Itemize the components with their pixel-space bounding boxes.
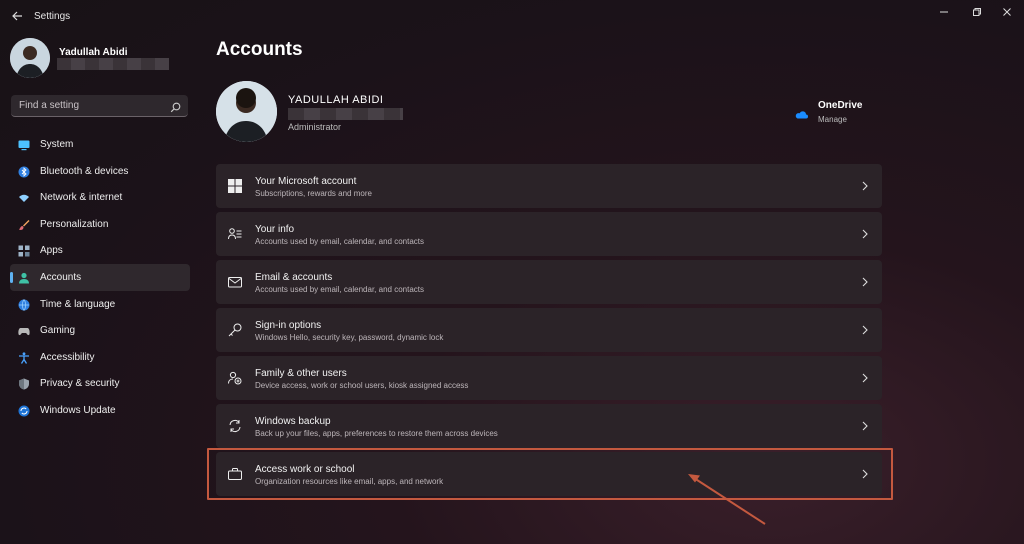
back-arrow-icon[interactable]: [10, 10, 24, 24]
wifi-icon: [18, 191, 30, 203]
sidebar-item-label: Windows Update: [40, 404, 116, 416]
brush-icon: [18, 218, 30, 230]
sidebar-item-label: Gaming: [40, 325, 76, 337]
sidebar-item-label: Accounts: [40, 271, 82, 283]
gamepad-icon: [18, 324, 30, 336]
search-placeholder: Find a setting: [19, 100, 80, 111]
bluetooth-icon: [18, 165, 30, 178]
family-other-users-card[interactable]: Family & other users Device access, work…: [216, 356, 882, 400]
card-title: Windows backup: [255, 416, 331, 427]
sidebar-item-accessibility[interactable]: Accessibility: [10, 344, 190, 371]
account-avatar: [216, 81, 277, 142]
card-subtitle: Accounts used by email, calendar, and co…: [255, 285, 424, 294]
sidebar-item-label: System: [40, 139, 74, 150]
family-icon: [228, 371, 242, 385]
profile-name: Yadullah Abidi: [59, 47, 128, 58]
close-icon[interactable]: [997, 6, 1017, 22]
card-subtitle: Device access, work or school users, kio…: [255, 381, 469, 390]
sign-in-options-card[interactable]: Sign-in options Windows Hello, security …: [216, 308, 882, 352]
sidebar-item-accounts[interactable]: Accounts: [10, 263, 190, 291]
shield-icon: [18, 377, 30, 390]
chevron-right-icon: [861, 323, 869, 335]
chevron-right-icon: [861, 275, 869, 287]
your-info-card[interactable]: Your info Accounts used by email, calend…: [216, 212, 882, 256]
key-icon: [228, 323, 242, 337]
sidebar-item-label: Time & language: [40, 298, 116, 310]
apps-icon: [18, 244, 30, 257]
email-accounts-card[interactable]: Email & accounts Accounts used by email,…: [216, 260, 882, 304]
card-subtitle: Subscriptions, rewards and more: [255, 189, 372, 198]
card-subtitle: Back up your files, apps, preferences to…: [255, 429, 498, 438]
person-icon: [18, 271, 30, 284]
chevron-right-icon: [861, 227, 869, 239]
title-bar: Settings: [0, 0, 1024, 32]
sidebar-nav: System Bluetooth & devices Network & int…: [10, 131, 190, 424]
chevron-right-icon: [861, 179, 869, 191]
card-title: Sign-in options: [255, 320, 322, 331]
onedrive-title[interactable]: OneDrive: [818, 100, 862, 111]
onedrive-manage-link[interactable]: Manage: [818, 115, 847, 124]
sidebar-item-label: Personalization: [40, 218, 109, 230]
search-input[interactable]: Find a setting: [11, 95, 188, 117]
sidebar-item-label: Network & internet: [40, 192, 123, 204]
account-name: YADULLAH ABIDI: [288, 94, 384, 106]
windows-logo-icon: [228, 179, 242, 193]
app-title: Settings: [34, 11, 71, 22]
account-role: Administrator: [288, 122, 342, 132]
sidebar-item-personalization[interactable]: Personalization: [10, 211, 190, 238]
monitor-icon: [18, 138, 30, 151]
card-title: Your info: [255, 224, 295, 235]
sidebar-item-system[interactable]: System: [10, 131, 190, 158]
mail-icon: [228, 275, 242, 289]
sidebar-item-label: Accessibility: [40, 351, 95, 363]
sidebar-item-network[interactable]: Network & internet: [10, 184, 190, 211]
onedrive-cloud-icon: [794, 106, 808, 119]
card-title: Email & accounts: [255, 272, 333, 283]
sidebar-item-apps[interactable]: Apps: [10, 237, 190, 264]
restore-icon[interactable]: [967, 6, 987, 22]
profile-email-redacted: [57, 58, 169, 70]
sidebar-item-label: Bluetooth & devices: [40, 165, 129, 177]
sidebar-item-label: Privacy & security: [40, 378, 120, 390]
sidebar-item-label: Apps: [40, 245, 63, 257]
card-title: Family & other users: [255, 368, 347, 379]
card-title: Your Microsoft account: [255, 176, 357, 187]
page-title: Accounts: [216, 39, 303, 60]
sidebar-item-bluetooth[interactable]: Bluetooth & devices: [10, 158, 190, 185]
sidebar-item-gaming[interactable]: Gaming: [10, 317, 190, 344]
chevron-right-icon: [861, 371, 869, 383]
chevron-right-icon: [861, 419, 869, 431]
minimize-icon[interactable]: [934, 6, 954, 22]
backup-sync-icon: [228, 419, 242, 433]
search-icon: [170, 100, 181, 113]
windows-backup-card[interactable]: Windows backup Back up your files, apps,…: [216, 404, 882, 448]
avatar: [10, 38, 50, 78]
highlight-box: [207, 448, 893, 500]
contact-card-icon: [228, 227, 242, 241]
account-email-redacted: [288, 108, 403, 120]
update-icon: [18, 404, 30, 417]
accessibility-icon: [18, 351, 30, 364]
sidebar-item-windows-update[interactable]: Windows Update: [10, 397, 190, 424]
globe-clock-icon: [18, 298, 30, 311]
microsoft-account-card[interactable]: Your Microsoft account Subscriptions, re…: [216, 164, 882, 208]
sidebar-item-time-language[interactable]: Time & language: [10, 291, 190, 318]
sidebar-item-privacy[interactable]: Privacy & security: [10, 370, 190, 397]
card-subtitle: Accounts used by email, calendar, and co…: [255, 237, 424, 246]
card-subtitle: Windows Hello, security key, password, d…: [255, 333, 444, 342]
